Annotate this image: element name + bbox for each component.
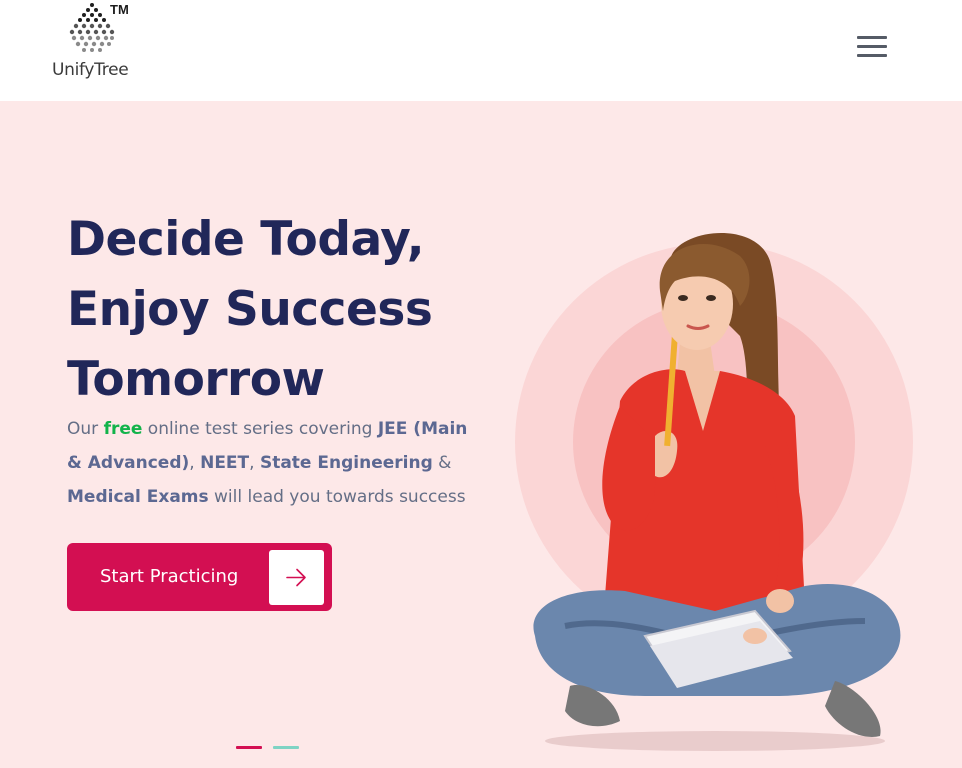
slider-dot-1[interactable] [236,746,262,749]
hero-section: Decide Today, Enjoy Success Tomorrow Our… [0,101,962,768]
desc-text: & [432,453,452,473]
trademark-mark: TM [110,2,129,17]
headline-line-3: Tomorrow [67,352,325,407]
slider-dot-2[interactable] [273,746,299,749]
headline-line-1: Decide Today, [67,212,425,267]
hamburger-menu-icon[interactable] [854,33,890,61]
exam-state-engineering: State Engineering [259,453,433,473]
cta-arrow-box [269,550,324,605]
brand-logo[interactable]: TM UnifyTree [50,2,140,82]
desc-text: , [189,453,201,473]
start-practicing-label: Start Practicing [100,566,239,587]
exam-neet: NEET [200,453,250,473]
desc-text: Our [67,419,104,439]
hero-headline: Decide Today, Enjoy Success Tomorrow [67,205,497,415]
start-practicing-button[interactable]: Start Practicing [67,543,332,611]
headline-line-2: Enjoy Success [67,282,433,337]
exam-medical: Medical Exams [67,487,209,507]
desc-text: online test series covering [142,419,378,439]
site-header: TM UnifyTree [0,0,962,101]
free-highlight: free [103,419,143,439]
desc-text: , [249,453,260,473]
student-illustration [533,233,901,751]
hero-description: Our free online test series covering JEE… [67,412,487,514]
brand-name: UnifyTree [52,60,129,80]
arrow-right-icon [286,568,306,587]
desc-text: will lead you towards success [208,487,466,507]
